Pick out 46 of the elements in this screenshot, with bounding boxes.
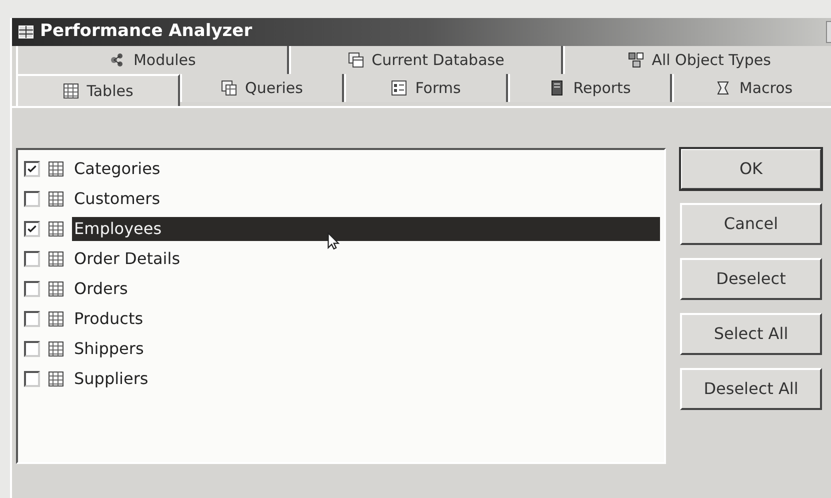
list-item[interactable]: Employees: [72, 217, 660, 241]
list-item[interactable]: Categories: [72, 157, 162, 181]
dialog-button[interactable]: Cancel: [680, 203, 822, 245]
tab[interactable]: Queries: [180, 74, 344, 102]
dialog-button[interactable]: Select All: [680, 313, 822, 355]
form-icon: [391, 80, 408, 96]
macro-icon: [715, 80, 732, 96]
table-icon: [48, 161, 64, 177]
list-item[interactable]: Order Details: [72, 247, 182, 271]
table-icon: [62, 83, 79, 99]
window-icon: [18, 24, 34, 40]
checkbox[interactable]: [24, 191, 40, 207]
check-icon: [26, 163, 38, 175]
objects-icon: [628, 52, 644, 68]
dialog-button[interactable]: OK: [680, 148, 822, 190]
window-title: Performance Analyzer: [40, 20, 252, 44]
windows-icon: [348, 52, 364, 68]
checkbox[interactable]: [24, 161, 40, 177]
table-icon: [48, 191, 64, 207]
tab[interactable]: Forms: [344, 74, 508, 102]
checkbox[interactable]: [24, 341, 40, 357]
checkbox[interactable]: [24, 311, 40, 327]
dialog-button[interactable]: Deselect All: [680, 368, 822, 410]
list-item[interactable]: Customers: [72, 187, 162, 211]
checkbox[interactable]: [24, 371, 40, 387]
table-icon: [48, 341, 64, 357]
check-icon: [26, 223, 38, 235]
table-icon: [48, 371, 64, 387]
checkbox[interactable]: [24, 221, 40, 237]
list-item[interactable]: Shippers: [72, 337, 146, 361]
report-icon: [549, 80, 566, 96]
checkbox[interactable]: [24, 281, 40, 297]
tab[interactable]: Current Database: [289, 46, 563, 74]
query-icon: [221, 80, 238, 96]
list-item[interactable]: Orders: [72, 277, 130, 301]
table-icon: [48, 221, 64, 237]
tab[interactable]: Tables: [16, 74, 180, 106]
checkbox[interactable]: [24, 251, 40, 267]
table-icon: [48, 281, 64, 297]
list-item[interactable]: Suppliers: [72, 367, 150, 391]
dialog-button[interactable]: Deselect: [680, 258, 822, 300]
table-icon: [48, 311, 64, 327]
list-item[interactable]: Products: [72, 307, 146, 331]
tab[interactable]: Reports: [508, 74, 672, 102]
tab[interactable]: Modules: [16, 46, 290, 74]
table-icon: [48, 251, 64, 267]
